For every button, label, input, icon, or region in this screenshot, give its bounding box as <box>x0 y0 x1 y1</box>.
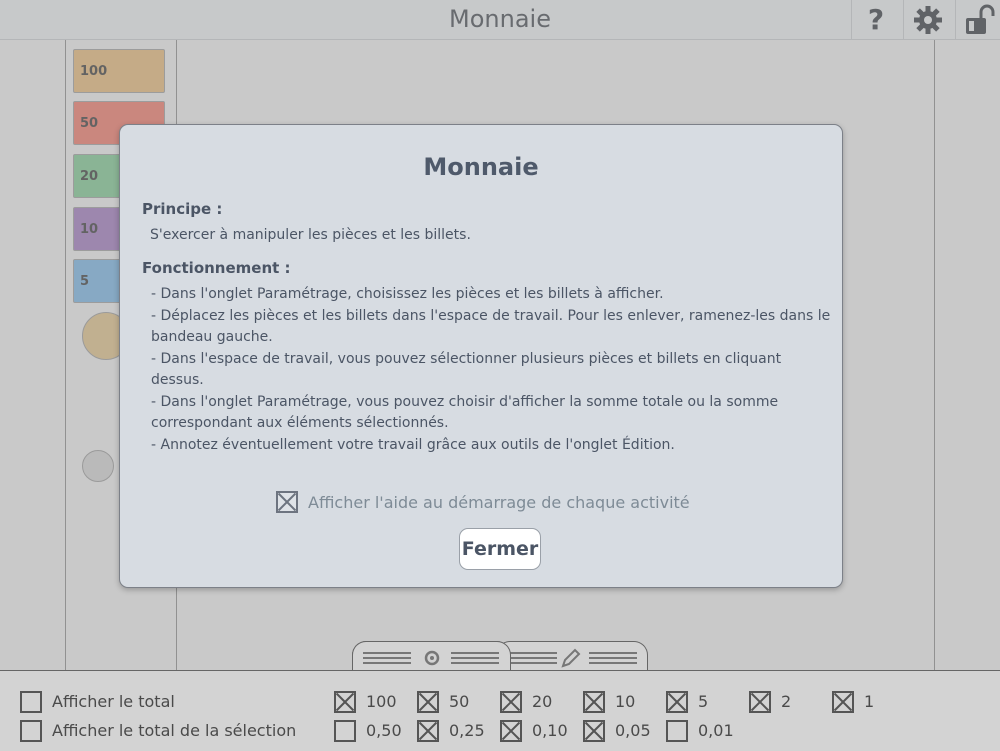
operation-line: - Dans l'onglet Paramétrage, vous pouvez… <box>151 393 779 432</box>
denomination-100-label: 100 <box>366 692 397 711</box>
denomination-0-10-label: 0,10 <box>532 721 568 740</box>
denomination-1-checkbox[interactable] <box>832 691 854 713</box>
show-total-checkbox[interactable] <box>20 691 42 713</box>
principle-heading: Principe : <box>142 200 223 218</box>
denomination-50-label: 50 <box>449 692 470 711</box>
show-selection-total-checkbox[interactable] <box>20 720 42 742</box>
operation-line: - Dans l'onglet Paramétrage, choisissez … <box>151 286 664 302</box>
close-button[interactable]: Fermer <box>459 528 541 570</box>
denomination-100-checkbox[interactable] <box>334 691 356 713</box>
denomination-2-checkbox[interactable] <box>749 691 771 713</box>
denomination-20-checkbox[interactable] <box>500 691 522 713</box>
denomination-0-05-checkbox[interactable] <box>583 720 605 742</box>
denomination-50-checkbox[interactable] <box>417 691 439 713</box>
denomination-0-25-label: 0,25 <box>449 721 485 740</box>
denomination-0-25-checkbox[interactable] <box>417 720 439 742</box>
denomination-0-10-checkbox[interactable] <box>500 720 522 742</box>
denomination-5-checkbox[interactable] <box>666 691 688 713</box>
pencil-icon <box>561 648 581 668</box>
denomination-0-50-label: 0,50 <box>366 721 402 740</box>
denomination-0-05-label: 0,05 <box>615 721 651 740</box>
denomination-10-label: 10 <box>615 692 636 711</box>
show-total-label: Afficher le total <box>52 692 175 711</box>
startup-help-checkbox[interactable] <box>276 491 298 513</box>
operation-heading: Fonctionnement : <box>142 259 291 277</box>
help-dialog: Monnaie Principe : S'exercer à manipuler… <box>119 124 843 588</box>
denomination-20-label: 20 <box>532 692 553 711</box>
denomination-0-01-checkbox[interactable] <box>666 720 688 742</box>
denomination-0-50-checkbox[interactable] <box>334 720 356 742</box>
startup-help-label: Afficher l'aide au démarrage de chaque a… <box>308 492 690 512</box>
denomination-10-checkbox[interactable] <box>583 691 605 713</box>
denomination-0-01-label: 0,01 <box>698 721 734 740</box>
principle-text: S'exercer à manipuler les pièces et les … <box>150 227 471 243</box>
gear-icon <box>424 650 440 666</box>
denomination-5-label: 5 <box>698 692 709 711</box>
operation-line: - Annotez éventuellement votre travail g… <box>151 436 675 453</box>
denomination-2-label: 2 <box>781 692 792 711</box>
denomination-1-label: 1 <box>864 692 875 711</box>
startup-help-option[interactable]: Afficher l'aide au démarrage de chaque a… <box>276 491 690 513</box>
operation-line: - Déplacez les pièces et les billets dan… <box>151 307 831 346</box>
dialog-title: Monnaie <box>423 153 539 181</box>
operation-text: - Dans l'onglet Paramétrage, choisissez … <box>151 284 831 456</box>
operation-line: - Dans l'espace de travail, vous pouvez … <box>151 350 782 389</box>
show-selection-total-label: Afficher le total de la sélection <box>52 721 297 740</box>
